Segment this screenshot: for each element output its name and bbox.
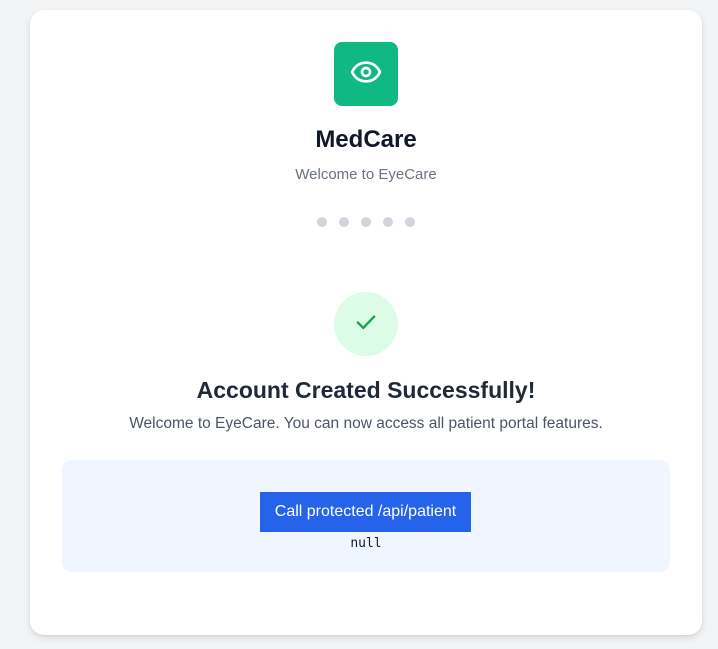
success-title: Account Created Successfully!: [196, 377, 536, 403]
success-badge: [334, 292, 398, 356]
step-dot: [317, 217, 327, 227]
brand-name: MedCare: [315, 126, 417, 153]
step-dot: [339, 217, 349, 227]
success-message: Welcome to EyeCare. You can now access a…: [129, 415, 603, 432]
call-protected-api-button[interactable]: Call protected /api/patient: [260, 492, 471, 532]
check-icon: [353, 309, 379, 340]
api-response-output: null: [350, 536, 382, 551]
step-dot: [383, 217, 393, 227]
app-logo: [334, 42, 398, 106]
step-indicator: [30, 217, 702, 227]
signup-success-card: MedCare Welcome to EyeCare Account Creat…: [30, 10, 702, 635]
brand-subtitle: Welcome to EyeCare: [295, 166, 437, 183]
api-test-panel: Call protected /api/patient null: [62, 460, 670, 572]
step-dot: [361, 217, 371, 227]
step-dot: [405, 217, 415, 227]
eye-icon: [350, 56, 382, 93]
